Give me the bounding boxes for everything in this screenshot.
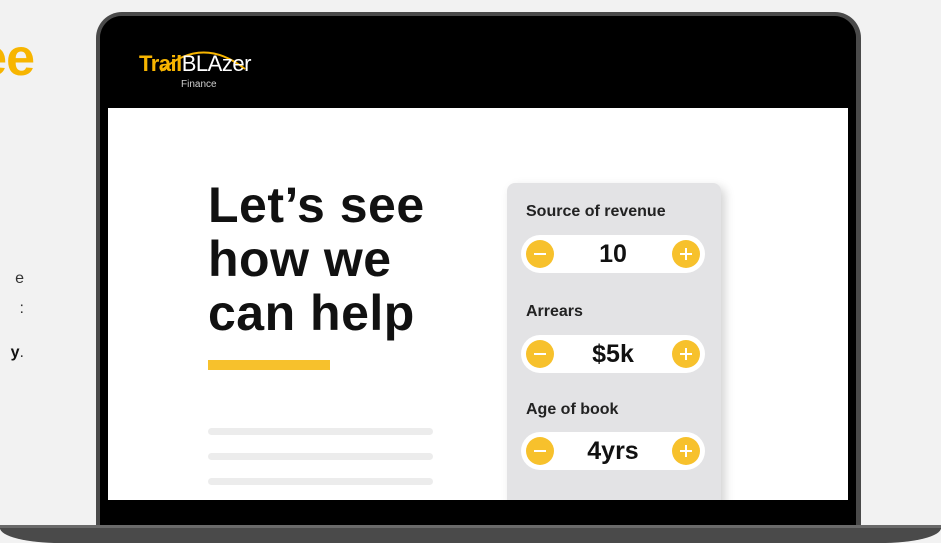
laptop-screen: TrailBLAzer Finance Let’s see how we can… bbox=[100, 16, 856, 528]
hero-line: can help bbox=[208, 285, 415, 341]
minus-circle-icon[interactable] bbox=[526, 340, 554, 368]
side-text-line: : bbox=[19, 300, 24, 317]
trailblazer-logo[interactable]: TrailBLAzer Finance bbox=[139, 41, 299, 96]
age-of-book-stepper: 4yrs bbox=[521, 432, 705, 470]
hero-headline: Let’s see how we can help bbox=[208, 178, 488, 340]
hero-line: Let’s see bbox=[208, 177, 425, 233]
side-text-line: e bbox=[15, 270, 24, 287]
field-label-age-of-book: Age of book bbox=[526, 401, 619, 418]
field-label-source-of-revenue: Source of revenue bbox=[526, 203, 666, 220]
plus-circle-icon[interactable] bbox=[672, 240, 700, 268]
placeholder-text-line bbox=[208, 428, 433, 435]
side-heading-fragment: ee bbox=[0, 29, 34, 87]
stepper-value: 4yrs bbox=[587, 437, 639, 465]
laptop-base bbox=[0, 528, 941, 543]
stepper-value: 10 bbox=[599, 240, 627, 268]
calculator-panel: Source of revenue 10 Arrears $5k Age of … bbox=[507, 183, 721, 500]
page-content: Let’s see how we can help Source of reve… bbox=[108, 108, 848, 500]
plus-circle-icon[interactable] bbox=[672, 340, 700, 368]
stepper-value: $5k bbox=[592, 340, 634, 368]
plus-circle-icon[interactable] bbox=[672, 437, 700, 465]
source-of-revenue-stepper: 10 bbox=[521, 235, 705, 273]
arrears-stepper: $5k bbox=[521, 335, 705, 373]
field-label-arrears: Arrears bbox=[526, 303, 583, 320]
minus-circle-icon[interactable] bbox=[526, 240, 554, 268]
headline-accent-bar bbox=[208, 360, 330, 370]
screen-bottom-bezel bbox=[100, 500, 856, 528]
minus-circle-icon[interactable] bbox=[526, 437, 554, 465]
logo-wordmark: TrailBLAzer bbox=[139, 51, 251, 76]
side-text-line-bold: y. bbox=[10, 344, 24, 361]
placeholder-text-line bbox=[208, 478, 433, 485]
app-header: TrailBLAzer Finance bbox=[100, 16, 856, 108]
placeholder-text-line bbox=[208, 453, 433, 460]
hero-line: how we bbox=[208, 231, 392, 287]
logo-subtitle: Finance bbox=[181, 79, 217, 90]
